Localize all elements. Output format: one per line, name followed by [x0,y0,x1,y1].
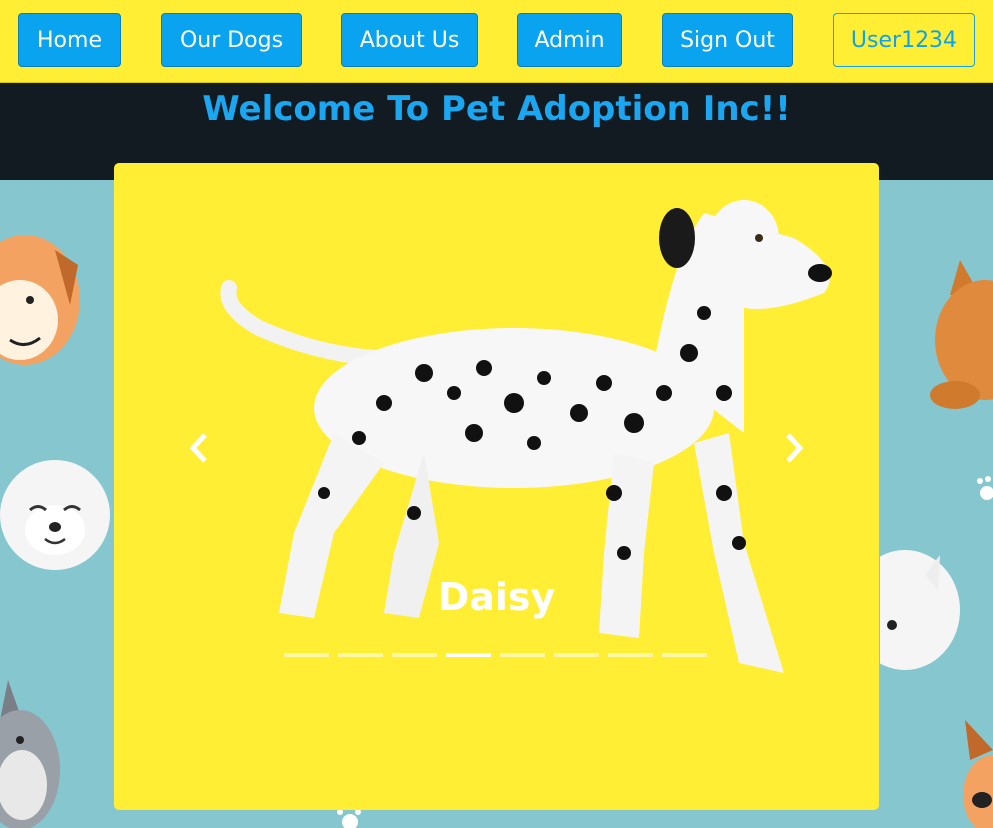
carousel-indicator[interactable] [554,653,599,657]
nav-sign-out-button[interactable]: Sign Out [662,13,793,67]
background-dog-illustration [930,260,993,409]
nav-our-dogs-button[interactable]: Our Dogs [161,13,302,67]
background-dog-illustration [0,460,110,570]
background-dog-illustration [0,235,80,365]
carousel-caption: Daisy [437,575,556,619]
nav-admin-button[interactable]: Admin [517,13,622,67]
user-account-button[interactable]: User1234 [833,13,975,67]
carousel-indicator[interactable] [284,653,329,657]
carousel-indicator[interactable] [500,653,545,657]
paw-print-icon [977,476,993,500]
carousel-next-button[interactable] [779,428,809,468]
background-dog-illustration [963,720,993,828]
carousel-indicator[interactable] [338,653,383,657]
background-dog-illustration [880,550,960,670]
chevron-left-icon [189,433,207,463]
carousel-indicator[interactable] [608,653,653,657]
carousel-indicator[interactable] [446,653,491,657]
dog-carousel: Daisy [114,163,879,810]
carousel-prev-button[interactable] [184,428,214,468]
paw-print-icon [337,809,361,828]
nav-home-button[interactable]: Home [18,13,121,67]
carousel-indicators [284,653,707,657]
carousel-indicator[interactable] [392,653,437,657]
carousel-indicator[interactable] [662,653,707,657]
chevron-right-icon [786,433,804,463]
top-navbar: Home Our Dogs About Us Admin Sign Out Us… [0,0,993,83]
nav-about-us-button[interactable]: About Us [341,13,478,67]
page-title: Welcome To Pet Adoption Inc!! [202,89,791,129]
background-dog-illustration [0,680,60,828]
